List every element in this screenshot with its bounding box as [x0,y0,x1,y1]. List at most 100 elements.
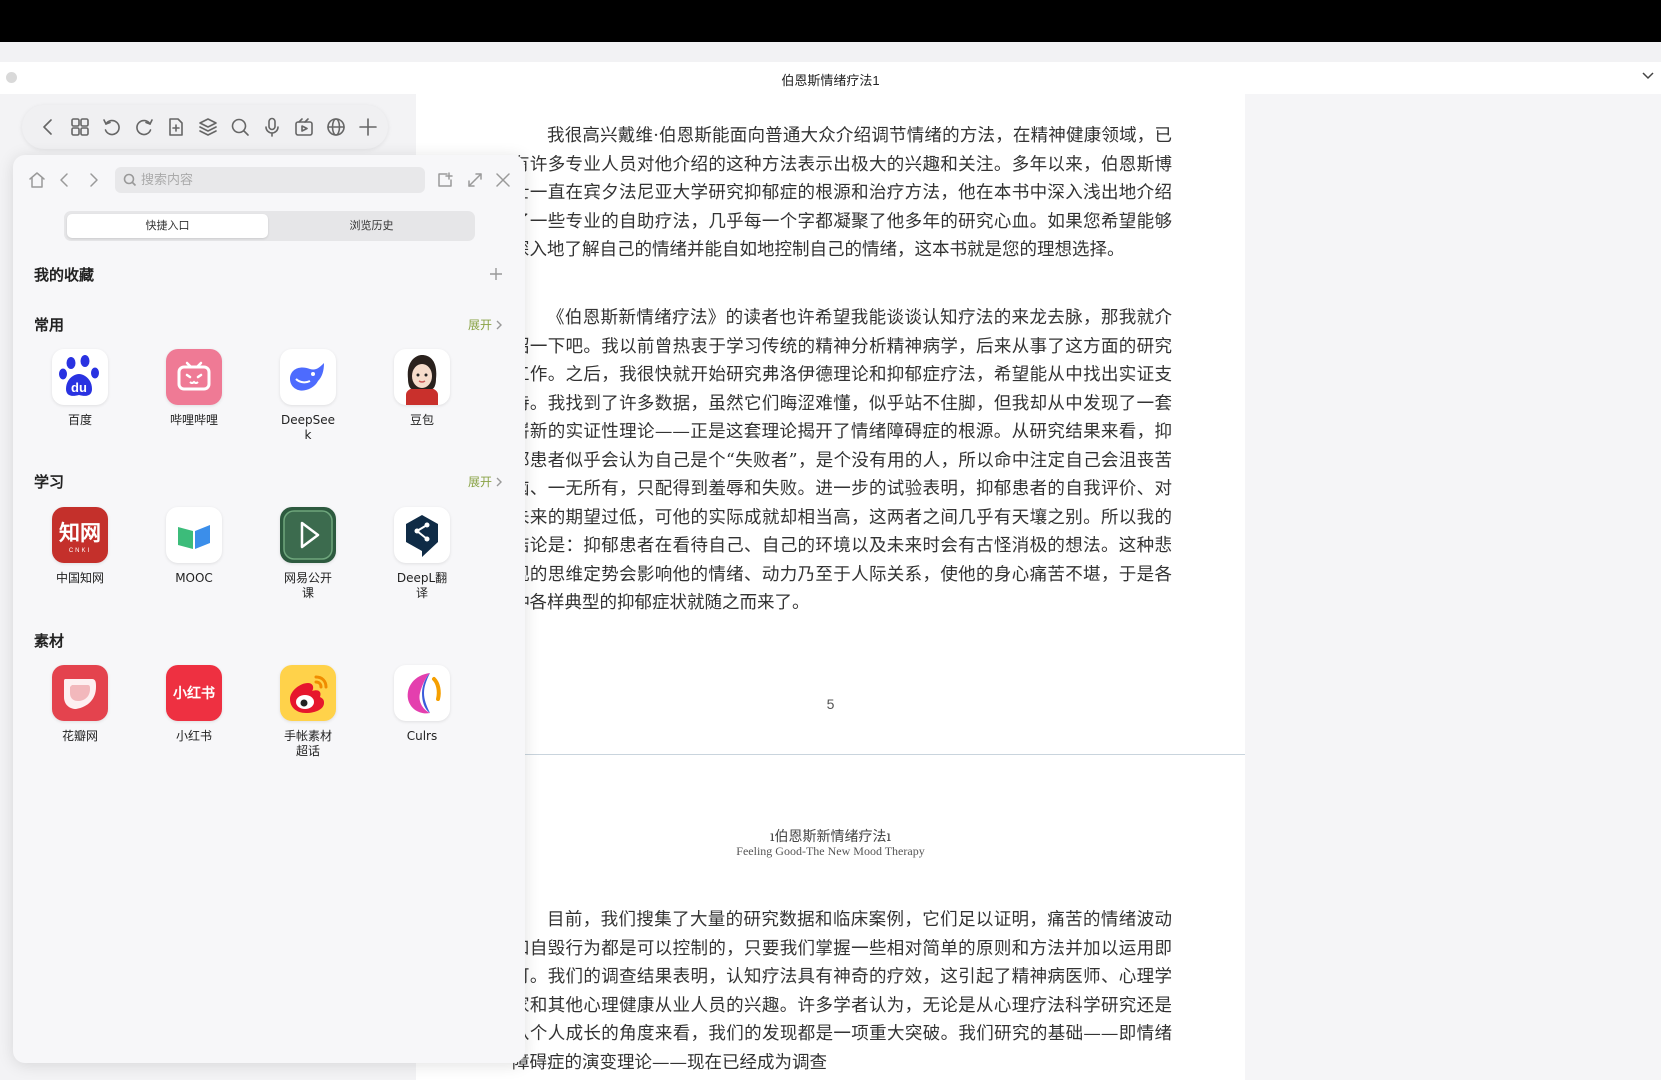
netease-open-course-icon [280,507,336,563]
running-head: ı伯恩斯新情绪疗法ı [770,829,891,845]
expand-common-button[interactable]: 展开 [468,316,503,333]
weibo-icon [280,665,336,721]
expand-label: 展开 [467,318,492,332]
deepl-icon [394,507,450,563]
home-icon [29,172,45,188]
app-cnki[interactable]: 知网 CNKI 中国知网 [40,507,120,586]
app-culrs[interactable]: Culrs [382,665,462,744]
document-page: 我很高兴戴维·伯恩斯能面向普通大众介绍调节情绪的方法，在精神健康领域，已有许多专… [416,94,1245,1080]
app-bilibili[interactable]: 哔哩哔哩 [154,349,234,428]
redo-icon [136,119,153,136]
svg-text:小红书: 小红书 [173,685,215,702]
app-label: 花瓣网 [61,729,98,743]
cnki-icon: 知网 CNKI [52,507,108,563]
app-label: DeepSeek [280,413,335,442]
running-head-title: 伯恩斯新情绪疗法 [774,829,887,845]
microphone-icon [265,117,279,137]
app-xiaohongshu[interactable]: 小红书 小红书 [154,665,234,744]
nav-back-button[interactable] [55,170,75,190]
media-icon [295,118,313,136]
add-button[interactable] [352,111,384,143]
search-icon [231,118,249,136]
app-baidu[interactable]: du 百度 [40,349,120,428]
nav-forward-button[interactable] [83,170,103,190]
chevron-right-icon [496,320,502,329]
app-deepl[interactable]: DeepL翻译 [382,507,462,601]
new-tab-icon [438,172,453,187]
add-document-icon [169,118,183,136]
chevron-down-icon[interactable] [1641,68,1655,85]
paragraph-1: 我很高兴戴维·伯恩斯能面向普通大众介绍调节情绪的方法，在精神健康领域，已有许多专… [512,126,1172,260]
plus-icon [359,118,377,136]
search-button[interactable] [224,111,256,143]
app-label: 中国知网 [55,571,104,585]
panel-tabs: 快捷入口 浏览历史 [64,211,475,241]
expand-panel-button[interactable] [465,170,485,190]
redo-button[interactable] [128,111,160,143]
deepseek-icon [280,349,336,405]
svg-text:CNKI: CNKI [69,548,91,554]
undo-icon [103,119,120,136]
chevron-left-icon [43,119,52,135]
chevron-right-icon [496,477,502,486]
app-weibo-supertopic[interactable]: 手帐素材超话 [268,665,348,759]
app-label: 豆包 [409,413,434,427]
page-divider [516,754,1245,755]
app-label: DeepL翻译 [396,571,448,600]
expand-icon [468,173,482,187]
app-mooc[interactable]: MOOC [154,507,234,586]
app-huaban[interactable]: 花瓣网 [40,665,120,744]
grid-view-button[interactable] [64,111,96,143]
grid-icon [71,118,89,136]
doubao-icon [394,349,450,405]
app-label: Culrs [406,729,438,743]
right-margin [1245,94,1661,1080]
svg-text:du: du [71,380,87,395]
favorites-title: 我的收藏 [34,266,95,284]
app-label: 网易公开课 [283,571,332,600]
browser-panel: 快捷入口 浏览历史 我的收藏 常用 展开 du 百度 [13,155,525,1063]
add-tab-button[interactable] [435,170,455,190]
app-doubao[interactable]: 豆包 [382,349,462,428]
microphone-button[interactable] [256,111,288,143]
add-favorite-button[interactable] [489,267,503,283]
running-head-english: Feeling Good-The New Mood Therapy [736,844,925,858]
add-page-button[interactable] [160,111,192,143]
reader-toolbar [22,105,388,149]
home-button[interactable] [27,170,47,190]
culrs-icon [394,665,450,721]
mooc-icon [166,507,222,563]
layers-icon [199,118,217,136]
bilibili-icon [166,349,222,405]
app-label: 哔哩哔哩 [169,413,218,427]
svg-text:知网: 知网 [59,521,101,545]
app-deepseek[interactable]: DeepSeek [268,349,348,443]
app-label: 手帐素材超话 [283,729,332,758]
expand-study-button[interactable]: 展开 [468,473,503,490]
web-button[interactable] [320,111,352,143]
media-button[interactable] [288,111,320,143]
back-button[interactable] [32,111,64,143]
top-black-bar [0,0,1661,42]
page-number: 5 [826,696,835,712]
search-icon [123,173,137,187]
xiaohongshu-icon: 小红书 [166,665,222,721]
search-input[interactable] [141,170,411,190]
tab-quick-access[interactable]: 快捷入口 [67,214,268,238]
close-panel-button[interactable] [493,170,513,190]
app-netease-open-course[interactable]: 网易公开课 [268,507,348,601]
title-bar: 伯恩斯情绪疗法1 [0,62,1661,94]
huaban-icon [52,665,108,721]
undo-button[interactable] [96,111,128,143]
baidu-icon: du [52,349,108,405]
window-title: 伯恩斯情绪疗法1 [781,73,880,88]
search-box[interactable] [115,167,425,193]
layers-button[interactable] [192,111,224,143]
globe-icon [327,118,345,136]
browser-nav [13,166,525,194]
section-title-common: 常用 [34,316,65,334]
tab-history[interactable]: 浏览历史 [271,214,472,238]
expand-label: 展开 [467,475,492,489]
app-label: 小红书 [175,729,212,743]
close-icon [496,173,510,187]
